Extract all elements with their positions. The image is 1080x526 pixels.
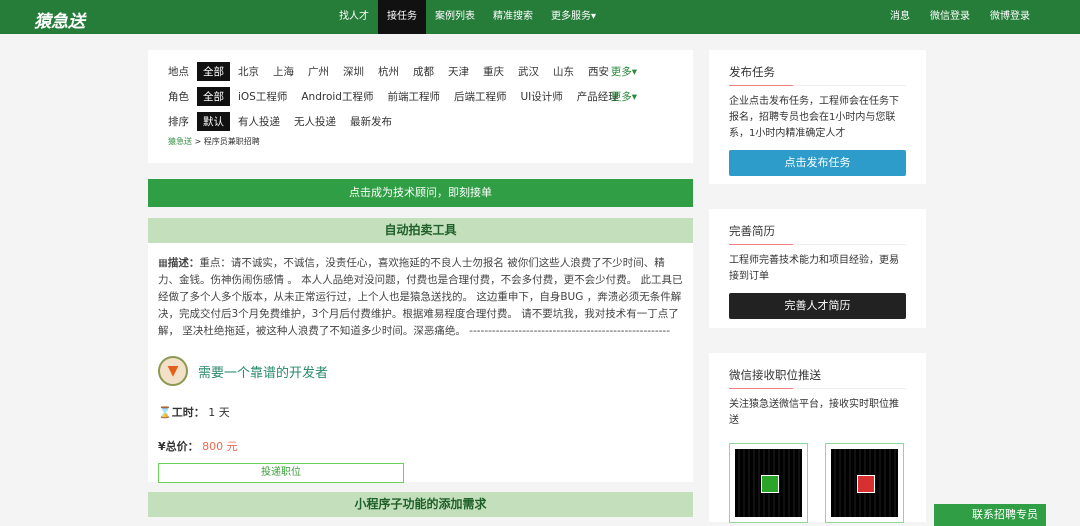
nav-take-task[interactable]: 接任务 (378, 0, 426, 34)
breadcrumb: 猿急送 > 程序员兼职招聘 (168, 136, 673, 147)
filter-option[interactable]: 重庆 (477, 62, 510, 81)
grid-icon: ▦ (158, 257, 168, 269)
wechat-title: 微信接收职位推送 (729, 367, 906, 389)
filter-label: 排序 (168, 115, 189, 128)
sort-option[interactable]: 最新发布 (344, 112, 398, 131)
filter-label: 地点 (168, 65, 189, 78)
task-title-row: ▼ 需要一个靠谱的开发者 (158, 356, 693, 386)
fox-avatar-icon: ▼ (158, 356, 188, 386)
price-value: 800 元 (202, 440, 238, 453)
complete-resume-button[interactable]: 完善人才简历 (729, 293, 906, 319)
sort-option[interactable]: 无人投递 (288, 112, 342, 131)
filter-option[interactable]: 全部 (197, 86, 230, 106)
task-description: ▦描述：重点：请不诚实，不诚信，没责任心，喜欢拖延的不良人士勿报名 被你们这些人… (148, 243, 693, 340)
publish-text: 企业点击发布任务，工程师会在任务下报名，招聘专员也会在1小时内与您联系，1小时内… (729, 96, 899, 139)
filter-option[interactable]: Android工程师 (295, 87, 379, 106)
resume-text: 工程师完善技术能力和项目经验，更易接到订单 (729, 255, 899, 282)
filter-option[interactable]: 成都 (407, 62, 440, 81)
breadcrumb-sep: > (194, 137, 202, 146)
breadcrumb-current: 程序员兼职招聘 (203, 137, 260, 146)
nav-more-services[interactable]: 更多服务▾ (542, 0, 605, 34)
nav-cases[interactable]: 案例列表 (426, 0, 484, 34)
task-section-title: 自动拍卖工具 (148, 218, 693, 243)
filter-location: 地点 全部 北京 上海 广州 深圳 杭州 成都 天津 重庆 武汉 山东 西安 更… (168, 60, 673, 82)
task-card: ▦描述：重点：请不诚实，不诚信，没责任心，喜欢拖延的不良人士勿报名 被你们这些人… (148, 243, 693, 483)
hours-row: ⌛工时： 1 天 (158, 404, 693, 420)
filter-option[interactable]: 全部 (197, 61, 230, 81)
filter-option[interactable]: 前端工程师 (381, 87, 446, 106)
filter-sort: 排序 默认 有人投递 无人投递 最新发布 (168, 110, 673, 132)
sort-option[interactable]: 默认 (197, 111, 230, 131)
publish-task-button[interactable]: 点击发布任务 (729, 150, 906, 176)
filter-option[interactable]: UI设计师 (514, 87, 568, 106)
hours-value: 1 天 (208, 406, 230, 419)
filter-option[interactable]: 广州 (302, 62, 335, 81)
apply-button[interactable]: 投递职位 (158, 463, 404, 483)
more-roles[interactable]: 更多▾ (605, 87, 643, 106)
desc-text: 重点：请不诚实，不诚信，没责任心，喜欢拖延的不良人士勿报名 被你们这些人浪费了不… (158, 257, 683, 337)
weibo-login[interactable]: 微博登录 (990, 0, 1030, 34)
wechat-card: 微信接收职位推送 关注猿急送微信平台，接收实时职位推送 (709, 353, 926, 523)
filter-card: 地点 全部 北京 上海 广州 深圳 杭州 成都 天津 重庆 武汉 山东 西安 更… (148, 50, 693, 163)
nav-find-talent[interactable]: 找人才 (330, 0, 378, 34)
hourglass-icon: ⌛ (158, 406, 172, 419)
filter-option[interactable]: 上海 (267, 62, 300, 81)
filter-option[interactable]: 武汉 (512, 62, 545, 81)
publish-title: 发布任务 (729, 64, 906, 86)
filter-label: 角色 (168, 90, 189, 103)
messages-link[interactable]: 消息 (890, 0, 910, 34)
breadcrumb-home[interactable]: 猿急送 (168, 137, 192, 146)
resume-title: 完善简历 (729, 223, 906, 245)
filter-option[interactable]: 天津 (442, 62, 475, 81)
filter-role: 角色 全部 iOS工程师 Android工程师 前端工程师 后端工程师 UI设计… (168, 85, 673, 107)
contact-recruiter-button[interactable]: 联系招聘专员 (934, 504, 1046, 526)
more-locations[interactable]: 更多▾ (605, 62, 643, 81)
filter-option[interactable]: 后端工程师 (448, 87, 513, 106)
price-label: 总价： (165, 440, 199, 453)
resume-card: 完善简历 工程师完善技术能力和项目经验，更易接到订单 完善人才简历 (709, 209, 926, 328)
top-nav: 猿急送 找人才 接任务 案例列表 精准搜索 更多服务▾ 消息 微信登录 微博登录 (0, 0, 1080, 34)
become-consultant-banner[interactable]: 点击成为技术顾问，即刻接单 (148, 179, 693, 207)
qr-code-icon (825, 443, 904, 523)
nav-search[interactable]: 精准搜索 (484, 0, 542, 34)
next-task-section-title: 小程序子功能的添加需求 (148, 492, 693, 517)
filter-option[interactable]: iOS工程师 (232, 87, 293, 106)
yen-icon: ¥ (158, 440, 166, 453)
wechat-login[interactable]: 微信登录 (930, 0, 970, 34)
task-title[interactable]: 需要一个靠谱的开发者 (198, 362, 328, 381)
filter-option[interactable]: 山东 (547, 62, 580, 81)
filter-option[interactable]: 北京 (232, 62, 265, 81)
filter-option[interactable]: 杭州 (372, 62, 405, 81)
logo[interactable]: 猿急送 (34, 7, 85, 32)
wechat-text: 关注猿急送微信平台，接收实时职位推送 (729, 399, 899, 426)
desc-label: 描述： (167, 257, 200, 269)
filter-option[interactable]: 深圳 (337, 62, 370, 81)
price-row: ¥总价： 800 元 (158, 438, 693, 454)
qr-code-icon (729, 443, 808, 523)
hours-label: 工时： (171, 406, 205, 419)
publish-card: 发布任务 企业点击发布任务，工程师会在任务下报名，招聘专员也会在1小时内与您联系… (709, 50, 926, 184)
sort-option[interactable]: 有人投递 (232, 112, 286, 131)
